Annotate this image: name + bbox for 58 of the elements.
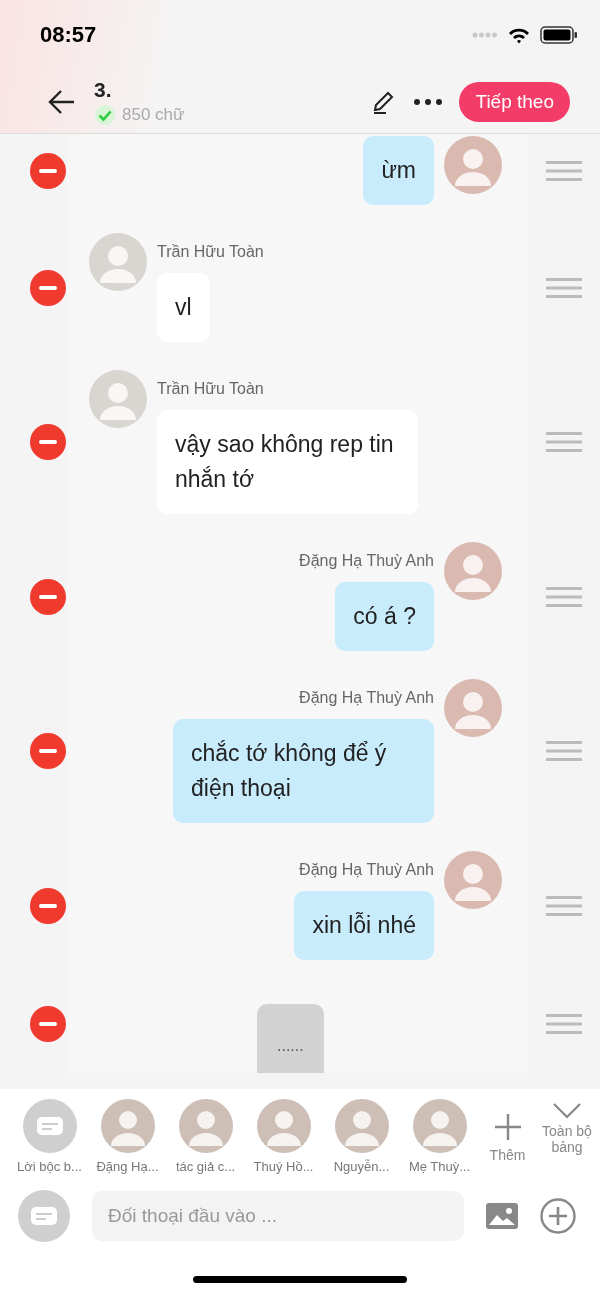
signal-icon xyxy=(472,32,498,38)
character-name[interactable]: Nguyễn... xyxy=(333,1159,390,1174)
image-icon[interactable] xyxy=(486,1203,518,1229)
sender-name: Đặng Hạ Thuỳ Anh xyxy=(299,689,434,707)
delete-icon[interactable] xyxy=(28,577,67,616)
word-count: 850 chữ xyxy=(122,104,185,125)
message-bubble[interactable]: chắc tớ không để ý điện thoại xyxy=(173,719,434,823)
message-bubble[interactable]: ừm xyxy=(363,136,434,205)
avatar-icon xyxy=(444,679,502,737)
drag-handle-icon[interactable] xyxy=(546,586,582,607)
wifi-icon xyxy=(508,26,530,44)
avatar-icon[interactable] xyxy=(100,1099,155,1153)
expand-label[interactable]: Toàn bộ bảng xyxy=(538,1123,596,1155)
delete-icon[interactable] xyxy=(28,423,67,461)
character-name[interactable]: tác giả c... xyxy=(175,1159,236,1174)
avatar-icon[interactable] xyxy=(178,1099,233,1153)
avatar-icon xyxy=(444,851,502,909)
delete-icon[interactable] xyxy=(28,268,67,307)
add-circle-icon[interactable] xyxy=(540,1198,576,1234)
character-name[interactable]: Lời bộc b... xyxy=(17,1159,82,1174)
character-name[interactable]: Mẹ Thuỳ... xyxy=(408,1159,471,1174)
message-bubble[interactable]: có á ? xyxy=(335,582,434,651)
drag-handle-icon[interactable] xyxy=(546,432,582,452)
more-icon[interactable] xyxy=(413,97,444,106)
avatar-icon[interactable] xyxy=(412,1099,467,1153)
plus-icon[interactable] xyxy=(493,1113,522,1141)
message-bubble[interactable]: xin lỗi nhé xyxy=(294,891,434,960)
character-name[interactable]: Thuý Hồ... xyxy=(253,1159,314,1174)
back-icon[interactable] xyxy=(48,88,76,115)
sender-name: Đặng Hạ Thuỳ Anh xyxy=(299,861,434,879)
battery-icon xyxy=(540,26,578,44)
dialogue-input[interactable]: Đối thoại đầu vào ... xyxy=(92,1191,464,1241)
avatar-icon[interactable] xyxy=(334,1099,389,1153)
delete-icon[interactable] xyxy=(28,151,67,190)
add-label[interactable]: Thêm xyxy=(489,1147,526,1163)
avatar-icon xyxy=(444,542,502,600)
message-bubble[interactable]: vl xyxy=(157,273,210,342)
message-bubble[interactable]: ...... xyxy=(257,1004,324,1073)
sender-name: Trần Hữu Toàn xyxy=(157,243,264,261)
delete-icon[interactable] xyxy=(28,1004,67,1043)
chapter-title: 3. xyxy=(94,77,113,102)
delete-icon[interactable] xyxy=(28,732,67,770)
delete-icon[interactable] xyxy=(28,886,67,925)
avatar-icon[interactable] xyxy=(256,1099,311,1153)
next-button[interactable]: Tiếp theo xyxy=(459,81,570,122)
message-bubble[interactable]: vậy sao không rep tin nhắn tớ xyxy=(157,410,418,514)
character-name[interactable]: Đặng Hạ... xyxy=(96,1159,159,1174)
drag-handle-icon[interactable] xyxy=(546,277,582,298)
sender-name: Đặng Hạ Thuỳ Anh xyxy=(299,552,434,570)
drag-handle-icon[interactable] xyxy=(546,741,582,761)
sender-name: Trần Hữu Toàn xyxy=(157,380,264,398)
drag-handle-icon[interactable] xyxy=(546,1013,582,1034)
drag-handle-icon[interactable] xyxy=(546,160,582,181)
drag-handle-icon[interactable] xyxy=(546,895,582,916)
status-time: 08:57 xyxy=(40,22,97,48)
avatar-icon xyxy=(89,370,147,428)
avatar-icon xyxy=(89,233,147,291)
chevron-down-icon[interactable] xyxy=(553,1103,581,1119)
